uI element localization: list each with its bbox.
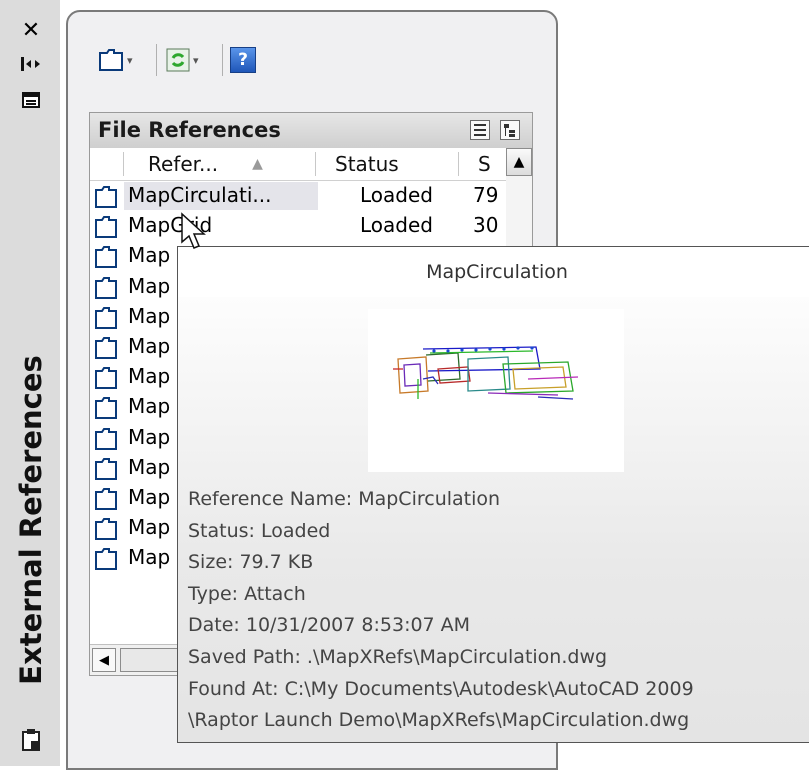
dwg-reference-icon xyxy=(95,306,117,329)
help-icon: ? xyxy=(230,47,256,73)
detail-found-at-continued: \Raptor Launch Demo\MapXRefs\MapCirculat… xyxy=(188,709,690,732)
mouse-cursor-icon xyxy=(181,212,206,249)
refresh-icon xyxy=(166,48,190,72)
palette-strip: ✕ External References xyxy=(0,0,60,766)
column-reference-name[interactable]: Refer... ▲ xyxy=(148,148,263,180)
detail-size: Size: 79.7 KB xyxy=(188,551,314,574)
refresh-button[interactable]: ▾ xyxy=(166,44,199,76)
reference-size: 30 xyxy=(473,213,499,238)
detail-found-at: Found At: C:\My Documents\Autodesk\AutoC… xyxy=(188,677,694,700)
dwg-reference-icon xyxy=(95,367,117,390)
close-glyph: ✕ xyxy=(21,17,41,43)
dwg-reference-icon xyxy=(95,337,117,359)
list-item[interactable]: MapCirculati... Loaded 79 xyxy=(90,181,500,211)
tooltip-title: MapCirculation xyxy=(426,261,568,283)
chevron-left-icon: ◀ xyxy=(99,652,109,668)
dwg-reference-icon xyxy=(95,427,117,450)
drawing-preview-thumbnail xyxy=(368,309,624,472)
toolbar-divider xyxy=(222,44,223,76)
dwg-reference-icon xyxy=(95,518,117,541)
dwg-reference-icon xyxy=(95,216,117,239)
attach-dropdown-arrow[interactable]: ▾ xyxy=(127,54,133,67)
file-references-title: File References xyxy=(98,118,281,142)
horizontal-scroll-thumb[interactable] xyxy=(120,648,180,672)
help-button[interactable]: ? xyxy=(230,44,256,76)
column-divider xyxy=(123,152,124,176)
reference-status: Loaded xyxy=(360,213,433,238)
column-size-label: S xyxy=(478,152,491,176)
reference-status: Loaded xyxy=(360,183,433,207)
dwg-reference-icon xyxy=(95,246,117,269)
column-header-row: Refer... ▲ Status S xyxy=(90,148,532,181)
reference-name: MapGrid xyxy=(128,213,213,238)
clipboard-glyph xyxy=(22,729,40,751)
column-divider xyxy=(458,152,459,176)
palette-title: External References xyxy=(14,355,48,685)
list-view-icon[interactable] xyxy=(470,120,490,140)
column-status[interactable]: Status xyxy=(335,148,399,180)
reference-tooltip: MapCirculation Reference Name: MapCircul… xyxy=(177,246,809,743)
properties-glyph xyxy=(22,92,40,108)
scroll-left-button[interactable]: ◀ xyxy=(92,648,116,672)
detail-type: Type: Attach xyxy=(188,582,306,605)
properties-icon[interactable] xyxy=(16,86,46,114)
dwg-reference-icon xyxy=(95,186,117,208)
help-glyph: ? xyxy=(238,50,248,70)
column-reference-label: Refer... xyxy=(148,152,219,176)
auto-hide-icon[interactable] xyxy=(16,50,46,78)
tooltip-header: MapCirculation xyxy=(178,247,809,298)
file-references-header: File References xyxy=(90,113,532,149)
dwg-reference-icon xyxy=(95,548,117,571)
close-icon[interactable]: ✕ xyxy=(16,16,46,44)
tree-view-icon[interactable] xyxy=(500,120,520,140)
column-status-label: Status xyxy=(335,152,399,176)
detail-status: Status: Loaded xyxy=(188,519,331,542)
detail-saved-path: Saved Path: .\MapXRefs\MapCirculation.dw… xyxy=(188,645,608,668)
dwg-reference-icon xyxy=(95,488,117,510)
toolbar-divider xyxy=(156,44,157,76)
dwg-reference-icon xyxy=(95,457,117,480)
dwg-reference-icon xyxy=(95,276,117,299)
attach-dwg-button[interactable]: ▾ xyxy=(98,44,133,76)
drawing-preview-image xyxy=(393,346,579,400)
detail-reference-name: Reference Name: MapCirculation xyxy=(188,488,501,510)
chevron-up-icon: ▲ xyxy=(513,154,525,170)
column-size[interactable]: S xyxy=(478,148,491,180)
list-item[interactable]: MapGrid Loaded 30 xyxy=(90,211,500,241)
tooltip-details: Reference Name: MapCirculation Status: L… xyxy=(188,484,694,737)
column-divider xyxy=(315,152,316,176)
scroll-up-button[interactable]: ▲ xyxy=(506,148,532,176)
dwg-reference-icon xyxy=(95,397,117,420)
reference-size: 79 xyxy=(473,183,499,207)
detail-date: Date: 10/31/2007 8:53:07 AM xyxy=(188,614,471,637)
sort-ascending-icon: ▲ xyxy=(252,156,263,172)
refresh-dropdown-arrow[interactable]: ▾ xyxy=(193,54,199,67)
clipboard-icon[interactable] xyxy=(16,726,46,754)
attach-dwg-icon xyxy=(99,49,123,71)
reference-name: MapCirculati... xyxy=(128,183,272,207)
auto-hide-glyph xyxy=(21,57,40,71)
